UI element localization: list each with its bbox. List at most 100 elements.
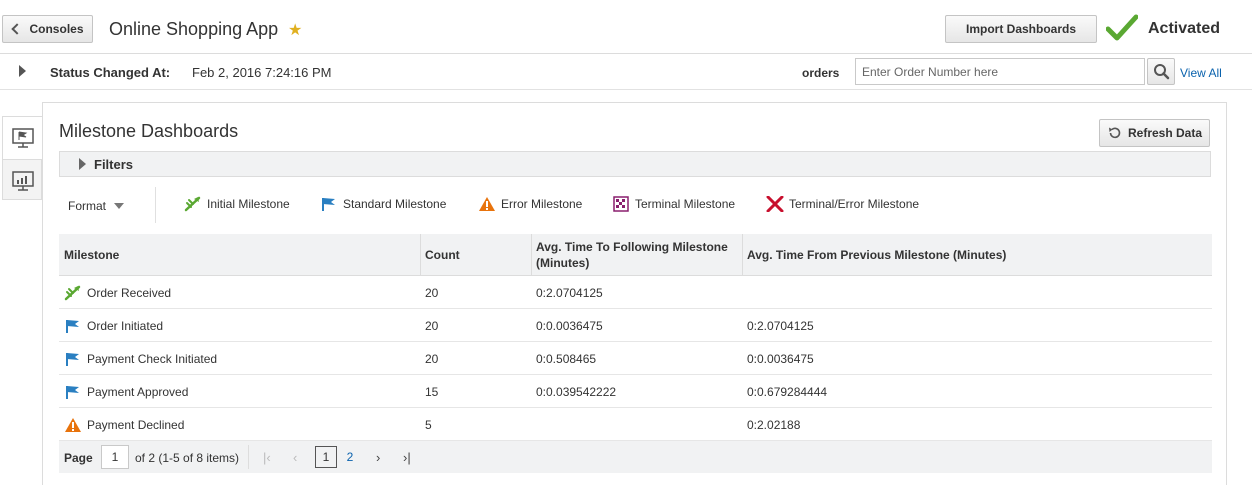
column-header-time-to-following[interactable]: Avg. Time To Following Milestone (Minute… — [531, 234, 731, 276]
page-label: Page — [64, 451, 93, 465]
caret-down-icon[interactable] — [114, 203, 124, 209]
tab-chart-dashboards[interactable] — [3, 159, 43, 201]
column-header-time-from-previous[interactable]: Avg. Time From Previous Milestone (Minut… — [742, 234, 1212, 276]
filters-bar[interactable]: Filters — [59, 151, 1211, 177]
legend-initial-milestone: Initial Milestone — [184, 196, 290, 212]
milestone-cell: Order Initiated — [59, 309, 420, 342]
legend-label: Error Milestone — [501, 197, 583, 211]
time-to-following-cell — [531, 408, 742, 441]
standard-milestone-icon — [66, 352, 79, 366]
time-from-previous-cell: 0:0.0036475 — [747, 351, 814, 366]
filters-label: Filters — [94, 157, 134, 172]
count-cell: 15 — [425, 384, 439, 399]
count-cell: 20 — [425, 318, 439, 333]
expand-filters-icon — [79, 158, 86, 170]
count-cell: 5 — [425, 417, 432, 432]
milestone-cell: Payment Approved — [59, 375, 420, 408]
error-milestone-icon — [479, 197, 495, 211]
time-to-following-cell: 0:0.508465 — [536, 351, 597, 366]
monitor-chart-icon — [12, 170, 34, 191]
time-from-previous-cell — [742, 276, 1212, 309]
table-row[interactable]: Order Received 20 0:2.0704125 — [59, 276, 1212, 309]
legend-label: Terminal Milestone — [635, 197, 736, 211]
legend-label: Standard Milestone — [343, 197, 447, 211]
legend-terminal-milestone: Terminal Milestone — [612, 196, 735, 212]
terminal-milestone-icon — [613, 196, 629, 212]
time-from-previous-cell: 0:2.0704125 — [747, 318, 814, 333]
panel-title: Milestone Dashboards — [59, 121, 239, 141]
last-page-icon[interactable]: ›| — [403, 450, 411, 465]
legend-standard-milestone: Standard Milestone — [320, 196, 446, 212]
chevron-left-icon — [11, 23, 24, 35]
search-button[interactable] — [1147, 58, 1175, 85]
refresh-data-button[interactable]: Refresh Data — [1099, 119, 1210, 147]
refresh-icon — [1108, 127, 1121, 139]
table-row[interactable]: Order Initiated 20 0:0.0036475 0:2.07041… — [59, 309, 1212, 342]
table-header: Milestone Count Avg. Time To Following M… — [59, 234, 1212, 276]
milestone-cell: Payment Declined — [59, 408, 420, 441]
table-row[interactable]: Payment Approved 15 0:0.039542222 0:0.67… — [59, 375, 1212, 408]
pager-divider — [248, 445, 249, 469]
monitor-flag-icon — [12, 128, 34, 148]
page-button-1[interactable]: 1 — [315, 446, 337, 468]
standard-milestone-icon — [322, 198, 335, 211]
milestone-dashboards-panel: Milestone Dashboards Refresh Data Filter… — [42, 102, 1227, 485]
back-button-label: Consoles — [29, 22, 84, 36]
standard-milestone-icon — [66, 319, 79, 333]
milestone-cell: Payment Check Initiated — [59, 342, 420, 375]
terminal-error-milestone-icon — [766, 196, 784, 212]
view-tabs — [2, 116, 43, 201]
page-number-input[interactable] — [101, 445, 129, 469]
milestone-table: Milestone Count Avg. Time To Following M… — [59, 234, 1212, 441]
time-from-previous-cell: 0:0.679284444 — [747, 384, 828, 399]
legend-label: Initial Milestone — [207, 197, 290, 211]
initial-milestone-icon — [184, 196, 201, 212]
legend-error-milestone: Error Milestone — [478, 196, 582, 212]
time-to-following-cell: 0:2.0704125 — [536, 285, 603, 300]
view-all-link[interactable]: View All — [1180, 66, 1222, 80]
next-page-icon[interactable]: › — [376, 450, 380, 465]
legend-terminal-error-milestone: Terminal/Error Milestone — [766, 196, 919, 212]
time-to-following-cell: 0:0.039542222 — [536, 384, 617, 399]
top-bar: Consoles Online Shopping App ★ Import Da… — [0, 0, 1252, 54]
status-row: Status Changed At: Feb 2, 2016 7:24:16 P… — [0, 54, 1252, 90]
error-milestone-icon — [65, 417, 81, 432]
app-title: Online Shopping App — [109, 19, 279, 39]
import-dashboards-button[interactable]: Import Dashboards — [945, 15, 1097, 43]
milestone-name: Order Received — [87, 285, 172, 300]
refresh-data-label: Refresh Data — [1127, 126, 1203, 140]
milestone-cell: Order Received — [59, 276, 420, 309]
format-menu[interactable]: Format — [68, 199, 106, 213]
count-cell: 20 — [425, 285, 439, 300]
status-changed-value: Feb 2, 2016 7:24:16 PM — [192, 65, 332, 80]
milestone-name: Payment Declined — [87, 417, 185, 432]
activated-check-icon — [1106, 14, 1138, 41]
activated-status: Activated — [1148, 20, 1221, 37]
orders-label: orders — [802, 66, 840, 80]
order-number-input[interactable] — [855, 58, 1145, 85]
table-row[interactable]: Payment Check Initiated 20 0:0.508465 0:… — [59, 342, 1212, 375]
pagination-bar: Page of 2 (1-5 of 8 items) |‹ ‹ 1 2 › ›| — [59, 441, 1212, 473]
legend-label: Terminal/Error Milestone — [789, 197, 920, 211]
page-button-2[interactable]: 2 — [339, 446, 361, 468]
status-changed-label: Status Changed At: — [50, 65, 171, 80]
first-page-icon[interactable]: |‹ — [263, 450, 271, 465]
expand-status-icon[interactable] — [19, 65, 26, 77]
standard-milestone-icon — [66, 385, 79, 399]
search-icon — [1154, 64, 1170, 80]
count-cell: 20 — [425, 351, 439, 366]
milestone-name: Payment Approved — [87, 384, 189, 399]
milestone-name: Payment Check Initiated — [87, 351, 218, 366]
legend-divider — [155, 187, 156, 223]
initial-milestone-icon — [64, 285, 81, 300]
favorite-star-icon[interactable]: ★ — [288, 20, 302, 40]
column-header-milestone[interactable]: Milestone — [59, 234, 420, 276]
back-to-consoles-button[interactable]: Consoles — [2, 15, 93, 43]
time-from-previous-cell: 0:2.02188 — [747, 417, 801, 432]
column-header-count[interactable]: Count — [420, 234, 531, 276]
milestone-name: Order Initiated — [87, 318, 164, 333]
tab-milestone-dashboards[interactable] — [3, 117, 43, 159]
table-row[interactable]: Payment Declined 5 0:2.02188 — [59, 408, 1212, 441]
previous-page-icon[interactable]: ‹ — [293, 450, 297, 465]
page-count-text: of 2 (1-5 of 8 items) — [135, 451, 240, 465]
